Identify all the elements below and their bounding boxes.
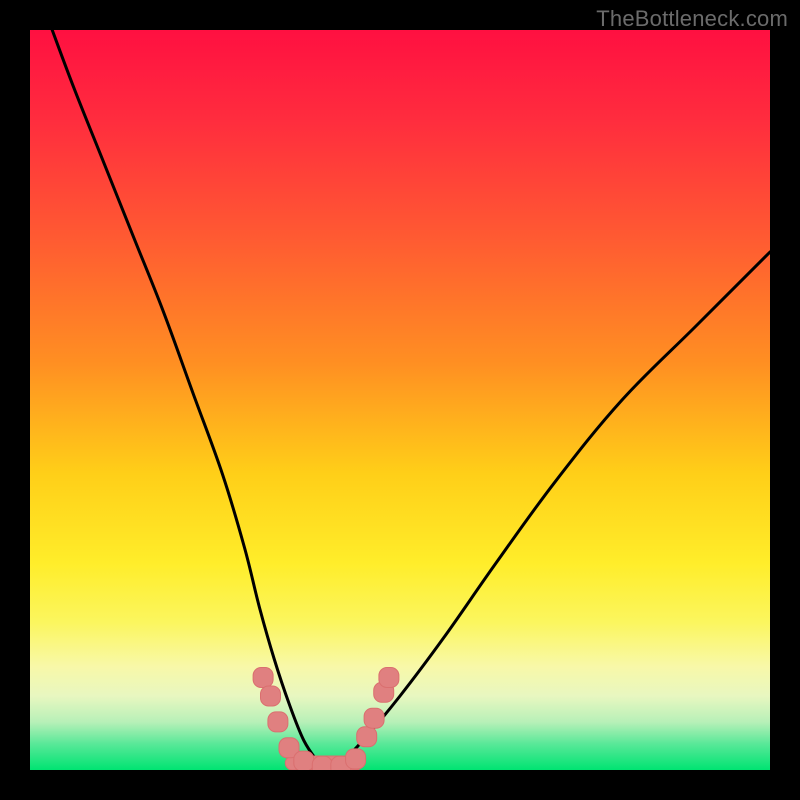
- chart-frame: TheBottleneck.com: [0, 0, 800, 800]
- curves-layer: [30, 30, 770, 770]
- data-marker: [261, 686, 281, 706]
- data-marker: [294, 751, 314, 770]
- data-marker: [364, 708, 384, 728]
- watermark-label: TheBottleneck.com: [596, 6, 788, 32]
- data-marker: [312, 756, 332, 770]
- data-marker: [346, 749, 366, 769]
- data-marker: [268, 712, 288, 732]
- data-marker: [379, 668, 399, 688]
- data-marker: [357, 727, 377, 747]
- plot-area: [30, 30, 770, 770]
- series-left-curve: [52, 30, 326, 770]
- data-marker: [253, 668, 273, 688]
